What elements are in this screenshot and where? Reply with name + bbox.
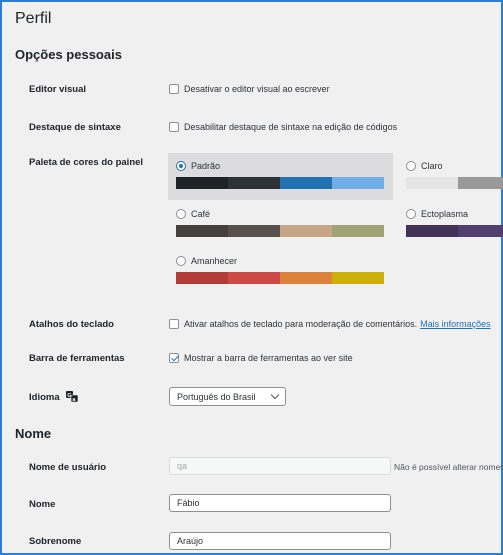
- language-select[interactable]: Português do Brasil: [169, 387, 286, 406]
- username-note: Não é possível alterar nomes: [394, 462, 503, 472]
- translation-icon: G a: [66, 391, 79, 402]
- shortcuts-label: Atalhos do teclado: [29, 319, 114, 330]
- swatch: [280, 177, 332, 189]
- swatch: [458, 225, 503, 237]
- scheme-name-padrao: Padrão: [191, 161, 221, 171]
- scheme-name-claro: Claro: [421, 161, 443, 171]
- swatch: [280, 225, 332, 237]
- toolbar-label: Barra de ferramentas: [29, 353, 125, 364]
- language-select-value: Português do Brasil: [177, 391, 256, 402]
- radio-claro[interactable]: [406, 161, 416, 171]
- swatches-padrao: [176, 177, 393, 189]
- swatch: [176, 225, 228, 237]
- color-scheme-label: Paleta de cores do painel: [29, 157, 144, 168]
- swatch: [458, 177, 503, 189]
- page-title: Perfil: [15, 10, 52, 27]
- visual-editor-label: Editor visual: [29, 84, 87, 95]
- toolbar-option: Mostrar a barra de ferramentas ao ver si…: [169, 353, 353, 363]
- section-title-name: Nome: [15, 426, 52, 441]
- visual-editor-checkbox[interactable]: [169, 84, 179, 94]
- swatch: [228, 177, 280, 189]
- section-title-personal: Opções pessoais: [15, 47, 122, 62]
- syntax-option: Desabilitar destaque de sintaxe na ediçã…: [169, 122, 397, 132]
- color-scheme-option-claro[interactable]: Claro: [398, 153, 503, 200]
- username-label: Nome de usuário: [29, 462, 107, 473]
- visual-editor-option-text: Desativar o editor visual ao escrever: [184, 84, 330, 94]
- username-input[interactable]: qa: [169, 457, 391, 475]
- swatch: [332, 272, 384, 284]
- scheme-name-ectoplasma: Ectoplasma: [421, 209, 469, 219]
- swatches-ectoplasma: [406, 225, 503, 237]
- language-label-row: Idioma G a: [29, 391, 79, 403]
- syntax-checkbox[interactable]: [169, 122, 179, 132]
- visual-editor-option: Desativar o editor visual ao escrever: [169, 84, 330, 94]
- scheme-name-cafe: Café: [191, 209, 211, 219]
- radio-cafe[interactable]: [176, 209, 186, 219]
- radio-amanhecer[interactable]: [176, 256, 186, 266]
- radio-ectoplasma[interactable]: [406, 209, 416, 219]
- toolbar-option-text: Mostrar a barra de ferramentas ao ver si…: [184, 353, 353, 363]
- swatch: [332, 177, 384, 189]
- swatch: [406, 177, 458, 189]
- chevron-down-icon: [270, 390, 280, 400]
- swatch: [176, 272, 228, 284]
- first-name-input[interactable]: Fábio: [169, 494, 391, 512]
- swatches-claro: [406, 177, 503, 189]
- more-info-link[interactable]: Mais informações: [420, 319, 491, 329]
- shortcuts-option-text: Ativar atalhos de teclado para moderação…: [184, 319, 418, 329]
- syntax-option-text: Desabilitar destaque de sintaxe na ediçã…: [184, 122, 398, 132]
- radio-padrao[interactable]: [176, 161, 186, 171]
- swatch: [176, 177, 228, 189]
- shortcuts-checkbox[interactable]: [169, 319, 179, 329]
- scheme-name-amanhecer: Amanhecer: [191, 256, 238, 266]
- language-label: Idioma: [29, 392, 60, 403]
- last-name-label: Sobrenome: [29, 536, 82, 547]
- first-name-label: Nome: [29, 499, 56, 510]
- last-name-input[interactable]: Araújo: [169, 532, 391, 550]
- color-scheme-option-padrao[interactable]: Padrão: [168, 153, 393, 200]
- swatch: [228, 225, 280, 237]
- swatches-amanhecer: [176, 272, 393, 284]
- color-scheme-option-cafe[interactable]: Café: [168, 201, 393, 248]
- toolbar-checkbox[interactable]: [169, 353, 179, 363]
- shortcuts-option: Ativar atalhos de teclado para moderação…: [169, 319, 491, 329]
- swatch: [228, 272, 280, 284]
- swatch: [280, 272, 332, 284]
- swatches-cafe: [176, 225, 393, 237]
- swatch: [406, 225, 458, 237]
- swatch: [332, 225, 384, 237]
- syntax-label: Destaque de sintaxe: [29, 122, 121, 133]
- color-scheme-option-amanhecer[interactable]: Amanhecer: [168, 248, 393, 295]
- color-scheme-option-ectoplasma[interactable]: Ectoplasma: [398, 201, 503, 248]
